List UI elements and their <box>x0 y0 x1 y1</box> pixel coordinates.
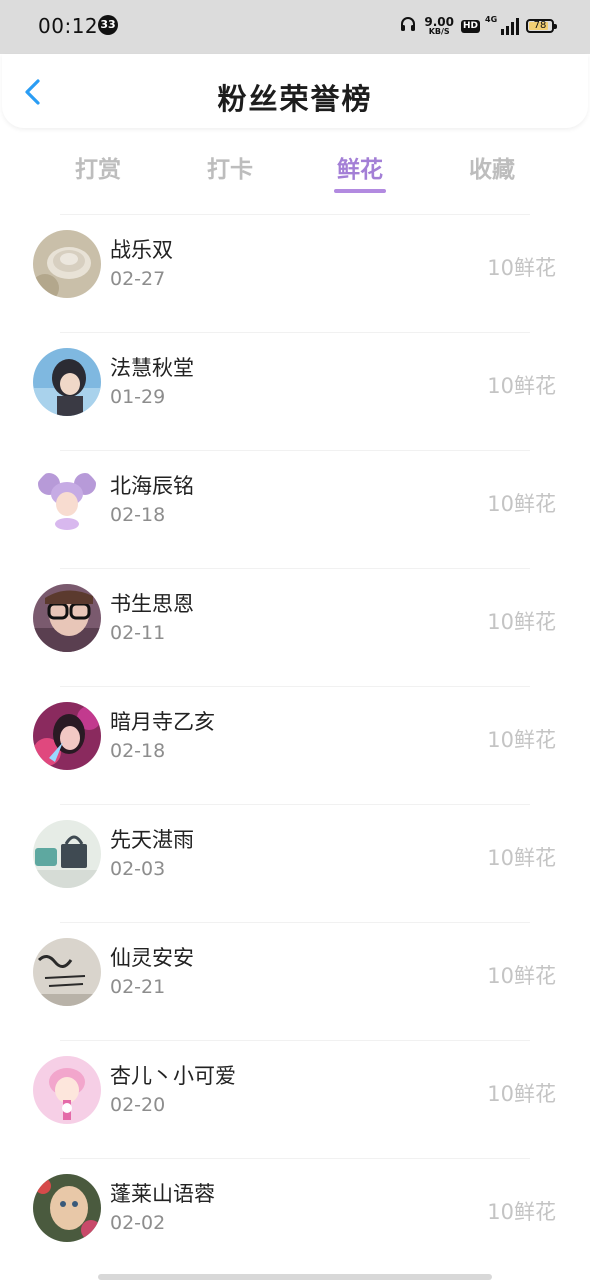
tab-bar: 打赏 打卡 鲜花 收藏 <box>0 140 590 200</box>
active-tab-indicator <box>334 189 386 193</box>
notification-badge: 33 <box>98 15 118 35</box>
avatar[interactable] <box>33 1174 101 1242</box>
flower-count: 10鲜花 <box>487 846 556 870</box>
tab-checkin[interactable]: 打卡 <box>170 150 290 184</box>
list-item[interactable]: 仙灵安安 02-21 10鲜花 <box>0 922 590 1040</box>
fan-date: 02-21 <box>110 976 166 998</box>
avatar[interactable] <box>33 466 101 534</box>
flower-count: 10鲜花 <box>487 728 556 752</box>
divider <box>60 804 530 805</box>
fan-name: 战乐双 <box>110 238 173 262</box>
avatar[interactable] <box>33 938 101 1006</box>
flower-count: 10鲜花 <box>487 964 556 988</box>
home-indicator[interactable] <box>98 1274 492 1280</box>
divider <box>60 922 530 923</box>
fan-ranking-list: 战乐双 02-27 10鲜花 法慧秋堂 01-29 10鲜花 北海辰铭 02-1… <box>0 214 590 1276</box>
fan-name: 北海辰铭 <box>110 474 194 498</box>
fan-date: 02-11 <box>110 622 166 644</box>
fan-name: 先天湛雨 <box>110 828 194 852</box>
list-item[interactable]: 北海辰铭 02-18 10鲜花 <box>0 450 590 568</box>
divider <box>60 568 530 569</box>
status-time: 00:12 <box>38 14 99 38</box>
hd-icon: HD <box>460 19 480 33</box>
battery-icon: 78 <box>526 19 557 33</box>
flower-count: 10鲜花 <box>487 256 556 280</box>
list-item[interactable]: 法慧秋堂 01-29 10鲜花 <box>0 332 590 450</box>
list-item[interactable]: 书生思恩 02-11 10鲜花 <box>0 568 590 686</box>
fan-name: 蓬莱山语蓉 <box>110 1182 215 1206</box>
divider <box>60 214 530 215</box>
tab-favorites[interactable]: 收藏 <box>432 150 552 184</box>
avatar[interactable] <box>33 820 101 888</box>
list-item[interactable]: 先天湛雨 02-03 10鲜花 <box>0 804 590 922</box>
avatar[interactable] <box>33 348 101 416</box>
fan-date: 02-20 <box>110 1094 166 1116</box>
list-item[interactable]: 杏儿丶小可爱 02-20 10鲜花 <box>0 1040 590 1158</box>
fan-name: 暗月寺乙亥 <box>110 710 215 734</box>
flower-count: 10鲜花 <box>487 492 556 516</box>
fan-date: 02-18 <box>110 740 166 762</box>
status-bar: 00:12 33 9.00 KB/S HD 4G 78 <box>0 0 590 54</box>
fan-name: 仙灵安安 <box>110 946 194 970</box>
avatar[interactable] <box>33 1056 101 1124</box>
tab-flowers[interactable]: 鲜花 <box>300 150 420 184</box>
flower-count: 10鲜花 <box>487 1200 556 1224</box>
list-item[interactable]: 暗月寺乙亥 02-18 10鲜花 <box>0 686 590 804</box>
divider <box>60 1040 530 1041</box>
page-title: 粉丝荣誉榜 <box>217 82 373 116</box>
network-type: 4G <box>485 15 498 24</box>
tab-tip[interactable]: 打赏 <box>38 150 158 184</box>
battery-level: 78 <box>533 20 547 31</box>
net-speed-unit: KB/S <box>428 27 450 36</box>
signal-icon: 4G <box>485 15 519 35</box>
fan-date: 02-18 <box>110 504 166 526</box>
flower-count: 10鲜花 <box>487 374 556 398</box>
page-header: 粉丝荣誉榜 <box>2 54 588 128</box>
avatar[interactable] <box>33 230 101 298</box>
list-item[interactable]: 战乐双 02-27 10鲜花 <box>0 214 590 332</box>
fan-date: 01-29 <box>110 386 166 408</box>
fan-name: 杏儿丶小可爱 <box>110 1064 236 1088</box>
divider <box>60 1158 530 1159</box>
fan-date: 02-27 <box>110 268 166 290</box>
list-item[interactable]: 蓬莱山语蓉 02-02 10鲜花 <box>0 1158 590 1276</box>
fan-date: 02-03 <box>110 858 166 880</box>
divider <box>60 450 530 451</box>
headphones-icon <box>399 15 417 37</box>
flower-count: 10鲜花 <box>487 610 556 634</box>
divider <box>60 332 530 333</box>
fan-name: 书生思恩 <box>110 592 194 616</box>
flower-count: 10鲜花 <box>487 1082 556 1106</box>
fan-date: 02-02 <box>110 1212 166 1234</box>
avatar[interactable] <box>33 702 101 770</box>
fan-name: 法慧秋堂 <box>110 356 194 380</box>
avatar[interactable] <box>33 584 101 652</box>
divider <box>60 686 530 687</box>
net-speed: 9.00 KB/S <box>424 16 454 36</box>
status-icons: 9.00 KB/S HD 4G 78 <box>399 13 557 39</box>
